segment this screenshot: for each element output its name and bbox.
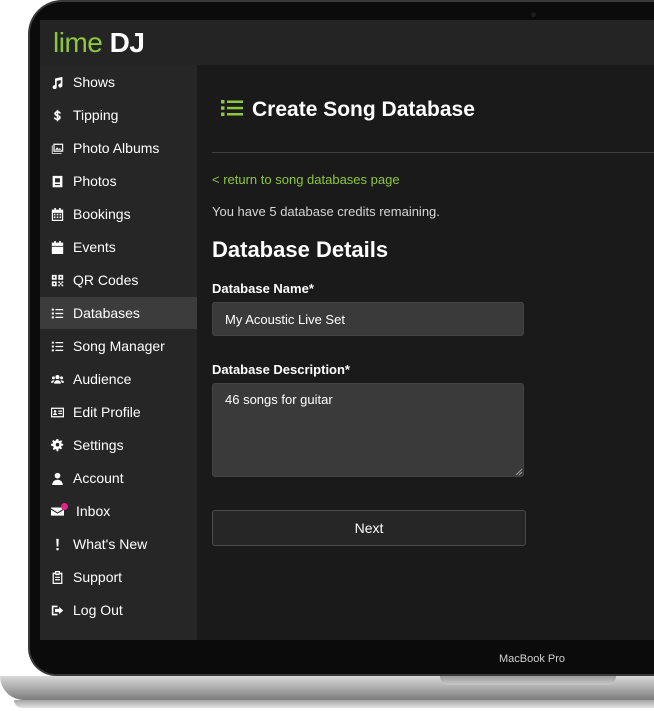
logo-lime-text: lime xyxy=(53,27,103,58)
photo-icon xyxy=(50,174,64,188)
user-icon xyxy=(50,471,64,485)
sidebar-item-support[interactable]: Support xyxy=(40,561,197,593)
sidebar-item-label: Edit Profile xyxy=(73,404,141,420)
sidebar-item-label: Account xyxy=(73,470,124,486)
sidebar-item-bookings[interactable]: Bookings xyxy=(40,198,197,230)
calendar-grid-icon xyxy=(50,207,64,221)
next-button[interactable]: Next xyxy=(212,510,526,546)
sidebar-item-edit-profile[interactable]: Edit Profile xyxy=(40,396,197,428)
main-content: Create Song Database < return to song da… xyxy=(197,65,654,640)
sidebar-item-label: QR Codes xyxy=(73,272,139,288)
photo-albums-icon xyxy=(50,141,64,155)
sidebar-item-shows[interactable]: Shows xyxy=(40,66,197,98)
support-icon xyxy=(50,570,64,584)
sidebar-item-label: Audience xyxy=(73,371,132,387)
sidebar-item-label: Photo Albums xyxy=(73,140,160,156)
sidebar-item-databases[interactable]: Databases xyxy=(40,297,197,329)
sidebar-item-events[interactable]: Events xyxy=(40,231,197,263)
sidebar-item-photo-albums[interactable]: Photo Albums xyxy=(40,132,197,164)
app-screen: lime DJ Shows Tipping Photo Albums Photo… xyxy=(40,20,654,640)
exclamation-icon xyxy=(50,537,64,551)
gear-icon xyxy=(50,438,64,452)
sidebar-item-label: Photos xyxy=(73,173,117,189)
sidebar-item-settings[interactable]: Settings xyxy=(40,429,197,461)
sidebar-item-audience[interactable]: Audience xyxy=(40,363,197,395)
sidebar-item-label: Support xyxy=(73,569,123,585)
notification-dot xyxy=(61,503,68,510)
sidebar-item-label: Tipping xyxy=(73,107,119,123)
sidebar-item-log-out[interactable]: Log Out xyxy=(40,594,197,626)
sidebar-item-label: Databases xyxy=(73,305,140,321)
list-icon xyxy=(221,99,243,122)
sidebar-item-inbox[interactable]: Inbox xyxy=(40,495,197,527)
logo-dj-text: DJ xyxy=(109,27,145,58)
page-title: Create Song Database xyxy=(252,98,475,121)
music-note-icon xyxy=(50,75,64,89)
return-link[interactable]: < return to song databases page xyxy=(212,172,400,187)
database-description-textarea[interactable]: 46 songs for guitar xyxy=(212,383,524,477)
app-logo[interactable]: lime DJ xyxy=(53,26,145,60)
database-description-label: Database Description* xyxy=(212,362,350,377)
sidebar-item-label: Bookings xyxy=(73,206,131,222)
sidebar-item-label: What's New xyxy=(73,536,148,552)
laptop-shadow xyxy=(14,700,654,708)
page-header: Create Song Database xyxy=(221,98,475,122)
sidebar-item-tipping[interactable]: Tipping xyxy=(40,99,197,131)
sidebar-item-label: Inbox xyxy=(76,503,111,519)
sidebar-item-qr-codes[interactable]: QR Codes xyxy=(40,264,197,296)
credits-text: You have 5 database credits remaining. xyxy=(212,204,440,219)
sidebar: Shows Tipping Photo Albums Photos Bookin… xyxy=(40,65,197,640)
database-name-input[interactable] xyxy=(212,302,524,336)
sign-out-icon xyxy=(50,603,64,617)
top-bar: lime DJ xyxy=(40,20,654,65)
sidebar-item-account[interactable]: Account xyxy=(40,462,197,494)
resize-grip-icon[interactable] xyxy=(515,468,523,476)
users-icon xyxy=(50,372,64,386)
list-icon xyxy=(50,339,64,353)
sidebar-item-label: Log Out xyxy=(73,602,123,618)
sidebar-item-label: Song Manager xyxy=(73,338,165,354)
sidebar-item-whats-new[interactable]: What's New xyxy=(40,528,197,560)
device-label: MacBook Pro xyxy=(499,653,566,665)
list-icon xyxy=(50,306,64,320)
dollar-icon xyxy=(50,108,64,122)
sidebar-item-label: Settings xyxy=(73,437,124,453)
sidebar-item-label: Events xyxy=(73,239,116,255)
section-title: Database Details xyxy=(212,237,389,262)
calendar-icon xyxy=(50,240,64,254)
database-name-label: Database Name* xyxy=(212,281,314,296)
sidebar-item-song-manager[interactable]: Song Manager xyxy=(40,330,197,362)
qr-code-icon xyxy=(50,273,64,287)
id-card-icon xyxy=(50,405,64,419)
divider xyxy=(212,152,654,153)
sidebar-item-label: Shows xyxy=(73,74,116,90)
camera-dot xyxy=(531,12,536,17)
sidebar-item-photos[interactable]: Photos xyxy=(40,165,197,197)
laptop-notch xyxy=(440,676,616,685)
